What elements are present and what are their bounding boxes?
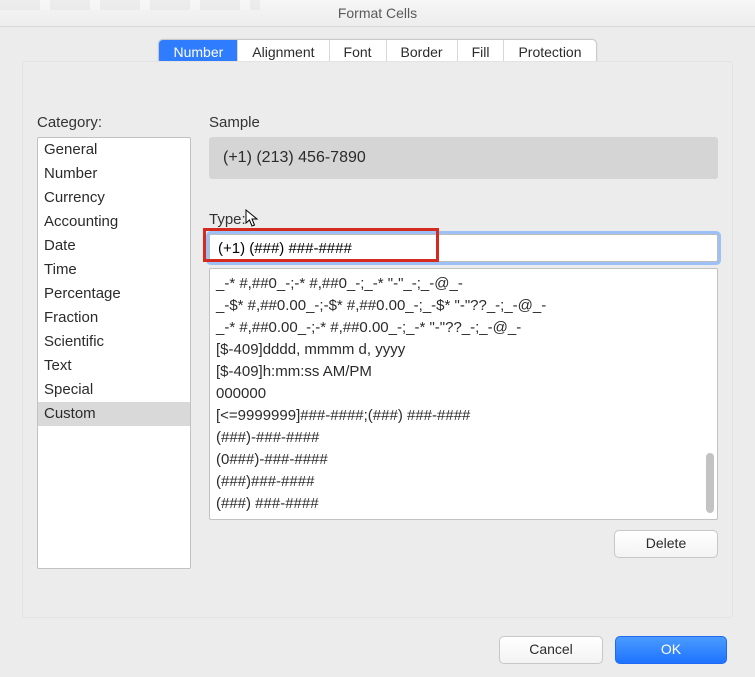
dialog-body: Category: GeneralNumberCurrencyAccountin… [22,61,733,618]
category-item-number[interactable]: Number [38,162,190,186]
format-code-item[interactable]: [$-409]h:mm:ss AM/PM [216,361,711,383]
category-column: Category: GeneralNumberCurrencyAccountin… [37,114,191,569]
ok-button[interactable]: OK [615,636,727,664]
format-code-item[interactable]: _-* #,##0_-;-* #,##0_-;_-* "-"_-;_-@_- [216,273,711,295]
delete-button[interactable]: Delete [614,530,718,558]
category-item-special[interactable]: Special [38,378,190,402]
category-list[interactable]: GeneralNumberCurrencyAccountingDateTimeP… [37,137,191,569]
dialog-sheet: NumberAlignmentFontBorderFillProtection … [0,27,755,677]
format-code-item[interactable]: 000000 [216,383,711,405]
window-titlebar: Format Cells [0,0,755,27]
cursor-icon [245,209,259,229]
dialog-footer: Cancel OK [499,636,727,664]
category-item-fraction[interactable]: Fraction [38,306,190,330]
format-code-item[interactable]: (0###)-###-#### [216,449,711,471]
format-code-item[interactable]: [$-409]dddd, mmmm d, yyyy [216,339,711,361]
format-code-item[interactable]: _-* #,##0.00_-;-* #,##0.00_-;_-* "-"??_-… [216,317,711,339]
type-input[interactable] [209,234,718,262]
content-column: Sample (+1) (213) 456-7890 Type: _-* [209,114,718,569]
scrollbar-thumb[interactable] [706,453,714,513]
format-code-item[interactable]: (###) ###-#### [216,493,711,515]
sample-label: Sample [209,114,718,131]
cancel-button[interactable]: Cancel [499,636,603,664]
window-title: Format Cells [338,5,417,21]
format-code-item[interactable]: _-$* #,##0.00_-;-$* #,##0.00_-;_-$* "-"?… [216,295,711,317]
format-code-item[interactable]: (###)###-#### [216,471,711,493]
category-item-date[interactable]: Date [38,234,190,258]
type-label-text: Type: [209,211,246,228]
category-item-time[interactable]: Time [38,258,190,282]
format-code-list[interactable]: _-* #,##0_-;-* #,##0_-;_-* "-"_-;_-@_-_-… [209,268,718,520]
type-field-wrap [209,234,718,262]
category-item-accounting[interactable]: Accounting [38,210,190,234]
format-code-item[interactable]: [<=9999999]###-####;(###) ###-#### [216,405,711,427]
sample-box: (+1) (213) 456-7890 [209,137,718,179]
category-item-scientific[interactable]: Scientific [38,330,190,354]
sample-value: (+1) (213) 456-7890 [223,149,366,166]
category-item-custom[interactable]: Custom [38,402,190,426]
type-label: Type: [209,211,718,228]
category-label: Category: [37,114,191,131]
titlebar-decoration [0,0,260,10]
format-code-item[interactable]: (###)-###-#### [216,427,711,449]
category-item-text[interactable]: Text [38,354,190,378]
category-item-percentage[interactable]: Percentage [38,282,190,306]
category-item-currency[interactable]: Currency [38,186,190,210]
category-item-general[interactable]: General [38,138,190,162]
delete-row: Delete [209,530,718,558]
